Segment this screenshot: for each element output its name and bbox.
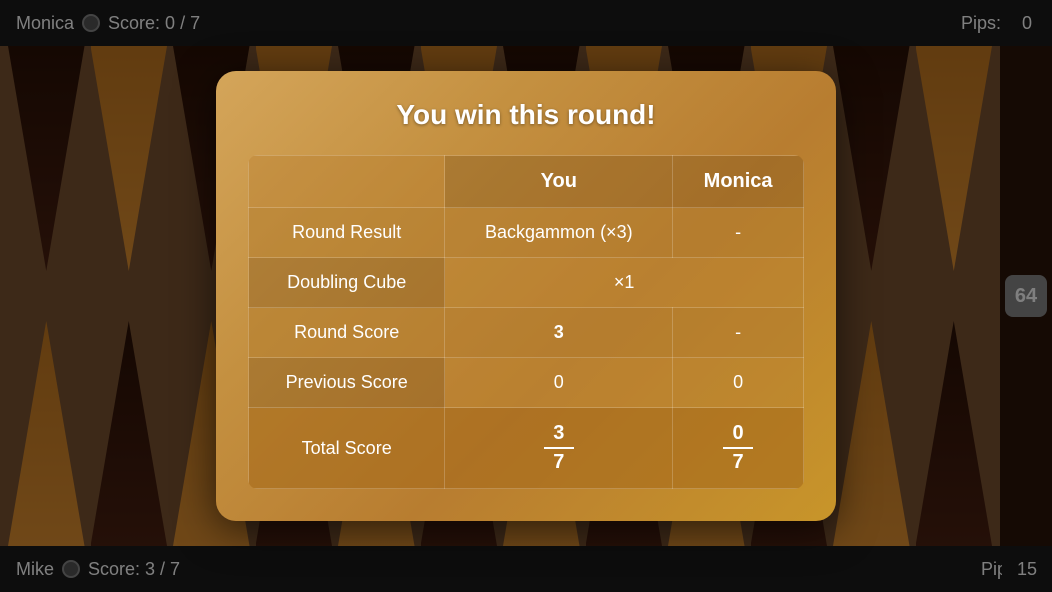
col-monica-header: Monica: [673, 156, 804, 208]
result-modal: You win this round! You Monica Round Res…: [216, 71, 836, 521]
monica-numerator: 0: [733, 422, 744, 445]
col-label-header: [249, 156, 445, 208]
total-score-you: 3 7: [445, 408, 673, 489]
round-score-you: 3: [445, 308, 673, 358]
doubling-cube-label: Doubling Cube: [249, 258, 445, 308]
round-result-you: Backgammon (×3): [445, 208, 673, 258]
previous-score-row: Previous Score 0 0: [249, 358, 804, 408]
previous-score-label: Previous Score: [249, 358, 445, 408]
score-table: You Monica Round Result Backgammon (×3) …: [248, 155, 804, 489]
monica-denominator: 7: [733, 451, 744, 474]
round-result-label: Round Result: [249, 208, 445, 258]
doubling-cube-value: ×1: [445, 258, 804, 308]
total-score-label: Total Score: [249, 408, 445, 489]
total-score-row: Total Score 3 7 0 7: [249, 408, 804, 489]
round-result-row: Round Result Backgammon (×3) -: [249, 208, 804, 258]
round-score-row: Round Score 3 -: [249, 308, 804, 358]
previous-score-monica: 0: [673, 358, 804, 408]
previous-score-you: 0: [445, 358, 673, 408]
round-result-monica: -: [673, 208, 804, 258]
you-fraction: 3 7: [463, 422, 654, 474]
you-numerator: 3: [553, 422, 564, 445]
fraction-line: [544, 447, 574, 449]
you-denominator: 7: [553, 451, 564, 474]
doubling-cube-row: Doubling Cube ×1: [249, 258, 804, 308]
round-score-monica: -: [673, 308, 804, 358]
modal-title: You win this round!: [248, 99, 804, 131]
total-score-monica: 0 7: [673, 408, 804, 489]
col-you-header: You: [445, 156, 673, 208]
round-score-label: Round Score: [249, 308, 445, 358]
monica-fraction: 0 7: [691, 422, 785, 474]
modal-overlay: You win this round! You Monica Round Res…: [0, 0, 1052, 592]
fraction-line-monica: [723, 447, 753, 449]
